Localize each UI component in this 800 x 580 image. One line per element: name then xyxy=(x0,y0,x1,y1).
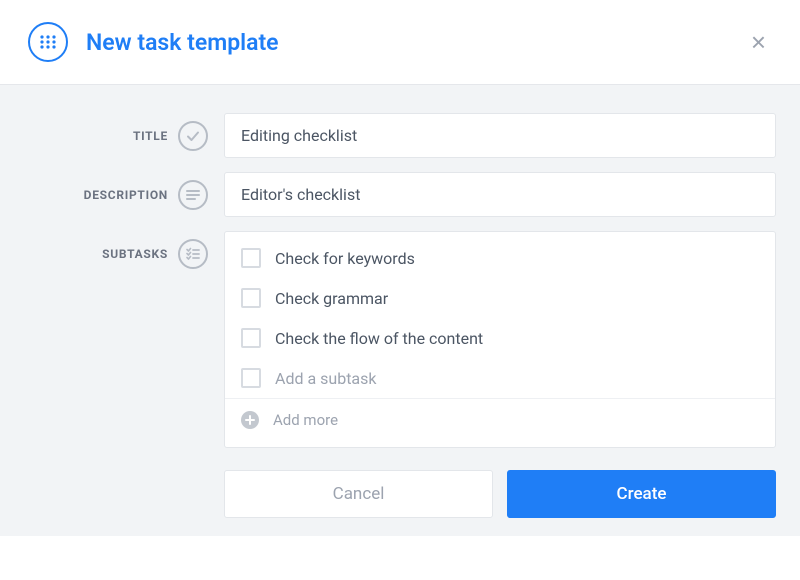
cancel-button[interactable]: Cancel xyxy=(224,470,493,518)
title-field-row: TITLE xyxy=(24,113,776,158)
subtask-item: Check the flow of the content xyxy=(225,318,775,358)
modal-header: New task template × xyxy=(0,0,800,85)
subtask-checkbox[interactable] xyxy=(241,248,261,268)
modal-body: TITLE DESCRIPTION SUBTASKS xyxy=(0,85,800,536)
subtask-checkbox[interactable] xyxy=(241,288,261,308)
create-button[interactable]: Create xyxy=(507,470,776,518)
modal-footer: Cancel Create xyxy=(224,470,776,518)
subtask-new-input[interactable] xyxy=(275,369,759,388)
subtask-text: Check grammar xyxy=(275,289,388,308)
title-label: TITLE xyxy=(133,129,168,143)
title-input[interactable] xyxy=(224,113,776,158)
subtasks-label: SUBTASKS xyxy=(102,247,168,261)
subtask-text: Check the flow of the content xyxy=(275,329,483,348)
description-label: DESCRIPTION xyxy=(84,188,168,202)
subtasks-field-row: SUBTASKS Check for keywords xyxy=(24,231,776,448)
close-icon[interactable]: × xyxy=(745,29,772,55)
subtask-item: Check for keywords xyxy=(225,238,775,278)
lines-icon xyxy=(178,180,208,210)
subtask-item: Check grammar xyxy=(225,278,775,318)
checklist-icon xyxy=(178,239,208,269)
plus-icon xyxy=(241,411,259,429)
subtask-text: Check for keywords xyxy=(275,249,415,268)
description-input[interactable] xyxy=(224,172,776,217)
subtask-checkbox[interactable] xyxy=(241,328,261,348)
description-field-row: DESCRIPTION xyxy=(24,172,776,217)
page-title: New task template xyxy=(86,29,745,56)
subtasks-box: Check for keywords Check grammar Check t… xyxy=(224,231,776,448)
subtask-checkbox[interactable] xyxy=(241,368,261,388)
template-icon xyxy=(28,22,68,62)
add-more-button[interactable]: Add more xyxy=(225,398,775,441)
add-more-label: Add more xyxy=(273,411,338,429)
check-icon xyxy=(178,121,208,151)
subtask-new-row xyxy=(225,358,775,398)
